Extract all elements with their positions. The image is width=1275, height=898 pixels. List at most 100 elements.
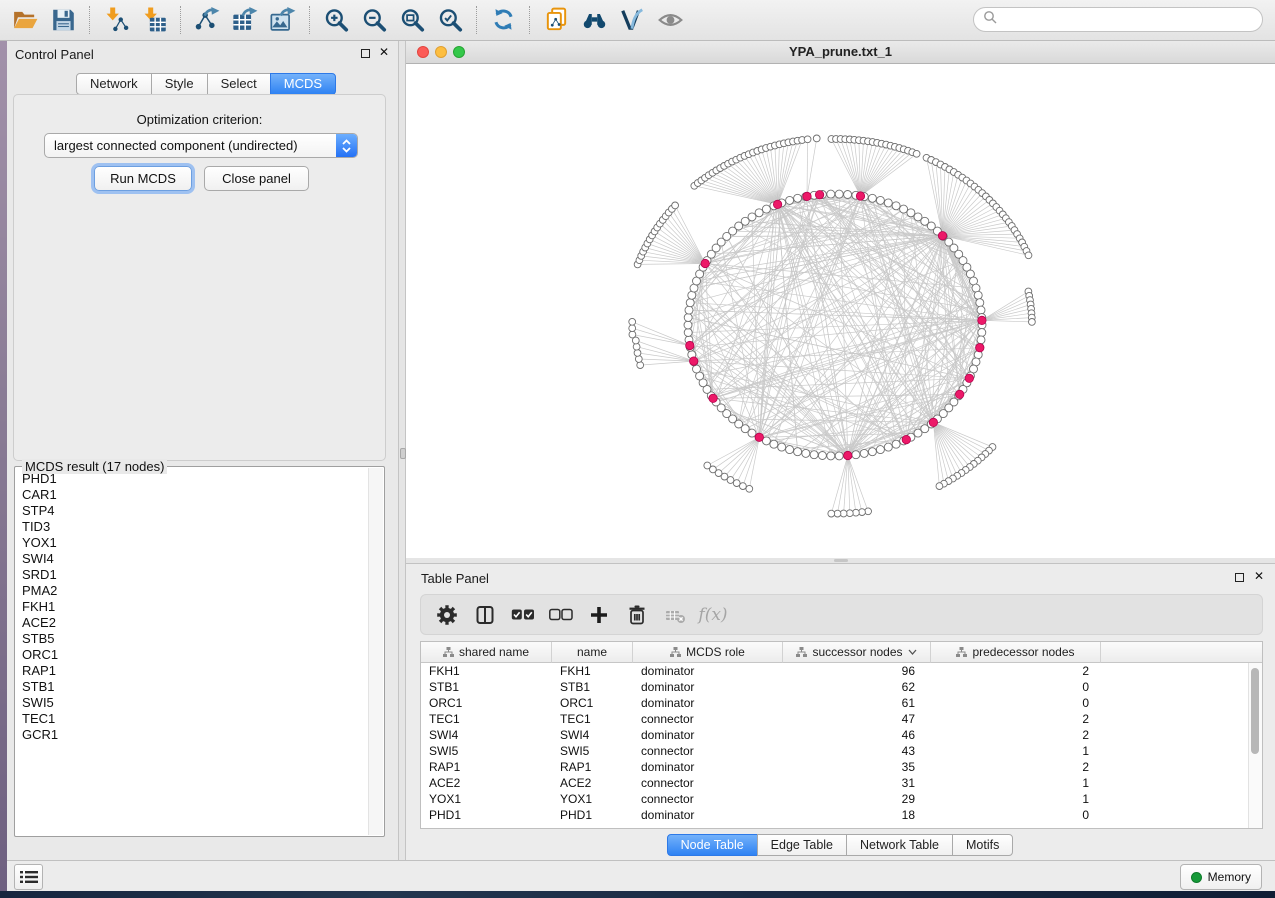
table-cell[interactable]: PHD1 [552, 808, 633, 822]
table-cell[interactable]: 2 [931, 712, 1101, 726]
table-cell[interactable]: dominator [633, 696, 783, 710]
table-row[interactable]: SWI5SWI5connector431 [421, 743, 1249, 759]
tab-motifs[interactable]: Motifs [952, 834, 1013, 856]
table-cell[interactable]: dominator [633, 808, 783, 822]
binoculars-button[interactable] [575, 4, 613, 36]
mcds-result-item[interactable]: ORC1 [16, 647, 368, 663]
table-cell[interactable]: dominator [633, 680, 783, 694]
table-row[interactable]: TEC1TEC1connector472 [421, 711, 1249, 727]
task-history-button[interactable] [14, 864, 43, 890]
table-scrollbar[interactable] [1248, 663, 1262, 828]
table-cell[interactable]: STB1 [552, 680, 633, 694]
close-panel-icon[interactable]: ✕ [379, 45, 389, 59]
vertical-splitter[interactable] [398, 40, 406, 860]
import-table-button[interactable] [135, 4, 173, 36]
open-file-button[interactable] [6, 4, 44, 36]
table-cell[interactable]: YOX1 [421, 792, 552, 806]
table-cell[interactable]: FKH1 [421, 664, 552, 678]
table-cell[interactable]: connector [633, 744, 783, 758]
table-row[interactable]: SWI4SWI4dominator462 [421, 727, 1249, 743]
table-cell[interactable]: SWI4 [552, 728, 633, 742]
mcds-result-item[interactable]: RAP1 [16, 663, 368, 679]
table-cell[interactable]: connector [633, 776, 783, 790]
table-cell[interactable]: 96 [783, 664, 931, 678]
apply-layout-button[interactable] [484, 4, 522, 36]
zoom-fit-button[interactable] [393, 4, 431, 36]
trash-button[interactable] [625, 603, 649, 627]
table-cell[interactable]: SWI5 [552, 744, 633, 758]
table-cell[interactable]: ACE2 [552, 776, 633, 790]
table-cell[interactable]: dominator [633, 760, 783, 774]
table-cell[interactable]: PHD1 [421, 808, 552, 822]
run-mcds-button[interactable]: Run MCDS [94, 166, 192, 191]
mcds-result-item[interactable]: STP4 [16, 503, 368, 519]
table-cell[interactable]: 1 [931, 792, 1101, 806]
table-cell[interactable]: SWI5 [421, 744, 552, 758]
zoom-selected-button[interactable] [431, 4, 469, 36]
table-cell[interactable]: SWI4 [421, 728, 552, 742]
zoom-out-button[interactable] [355, 4, 393, 36]
gear-button[interactable] [435, 603, 459, 627]
network-canvas[interactable] [406, 64, 1275, 558]
table-cell[interactable]: 0 [931, 680, 1101, 694]
eye-button[interactable] [651, 4, 689, 36]
deselect-all-button[interactable] [549, 603, 573, 627]
table-cell[interactable]: 2 [931, 728, 1101, 742]
scrollbar-thumb[interactable] [1251, 668, 1259, 754]
mcds-list-scrollbar[interactable] [368, 468, 383, 835]
table-cell[interactable]: 62 [783, 680, 931, 694]
table-cell[interactable]: 35 [783, 760, 931, 774]
tab-style[interactable]: Style [151, 73, 208, 95]
mcds-result-item[interactable]: TID3 [16, 519, 368, 535]
show-hide-columns-button[interactable] [473, 603, 497, 627]
network-search-input[interactable] [1002, 9, 1262, 31]
table-cell[interactable]: STB1 [421, 680, 552, 694]
mcds-result-item[interactable]: FKH1 [16, 599, 368, 615]
table-cell[interactable]: ORC1 [552, 696, 633, 710]
export-network-button[interactable] [188, 4, 226, 36]
table-cell[interactable]: 1 [931, 776, 1101, 790]
table-cell[interactable]: 1 [931, 744, 1101, 758]
table-cell[interactable]: connector [633, 792, 783, 806]
mcds-result-item[interactable]: PMA2 [16, 583, 368, 599]
zoom-in-button[interactable] [317, 4, 355, 36]
close-panel-icon[interactable]: ✕ [1254, 569, 1264, 583]
export-table-button[interactable] [226, 4, 264, 36]
mcds-result-item[interactable]: STB5 [16, 631, 368, 647]
mcds-result-item[interactable]: STB1 [16, 679, 368, 695]
table-cell[interactable]: 18 [783, 808, 931, 822]
mcds-result-item[interactable]: PHD1 [16, 471, 368, 487]
mcds-result-item[interactable]: ACE2 [16, 615, 368, 631]
table-cell[interactable]: 31 [783, 776, 931, 790]
table-cell[interactable]: YOX1 [552, 792, 633, 806]
mcds-result-item[interactable]: CAR1 [16, 487, 368, 503]
import-network-button[interactable] [97, 4, 135, 36]
table-row[interactable]: ORC1ORC1dominator610 [421, 695, 1249, 711]
close-panel-button[interactable]: Close panel [204, 166, 309, 191]
table-cell[interactable]: 2 [931, 760, 1101, 774]
add-button[interactable] [587, 603, 611, 627]
column-header-successor-nodes[interactable]: successor nodes [783, 642, 931, 663]
tab-select[interactable]: Select [207, 73, 271, 95]
table-cell[interactable]: dominator [633, 728, 783, 742]
table-row[interactable]: FKH1FKH1dominator962 [421, 663, 1249, 679]
table-row[interactable]: RAP1RAP1dominator352 [421, 759, 1249, 775]
vizmapper-button[interactable] [613, 4, 651, 36]
table-cell[interactable]: 0 [931, 808, 1101, 822]
table-cell[interactable]: 61 [783, 696, 931, 710]
table-cell[interactable]: dominator [633, 664, 783, 678]
column-header-name[interactable]: name [552, 642, 633, 663]
mcds-result-item[interactable]: SWI5 [16, 695, 368, 711]
column-header-shared-name[interactable]: shared name [421, 642, 552, 663]
table-cell[interactable]: TEC1 [421, 712, 552, 726]
table-cell[interactable]: RAP1 [421, 760, 552, 774]
float-panel-icon[interactable] [361, 49, 370, 58]
tab-mcds[interactable]: MCDS [270, 73, 336, 95]
table-row[interactable]: STB1STB1dominator620 [421, 679, 1249, 695]
table-cell[interactable]: 0 [931, 696, 1101, 710]
table-cell[interactable]: 2 [931, 664, 1101, 678]
splitter-handle[interactable] [834, 559, 848, 562]
mcds-result-item[interactable]: TEC1 [16, 711, 368, 727]
table-cell[interactable]: ACE2 [421, 776, 552, 790]
mcds-result-item[interactable]: SWI4 [16, 551, 368, 567]
